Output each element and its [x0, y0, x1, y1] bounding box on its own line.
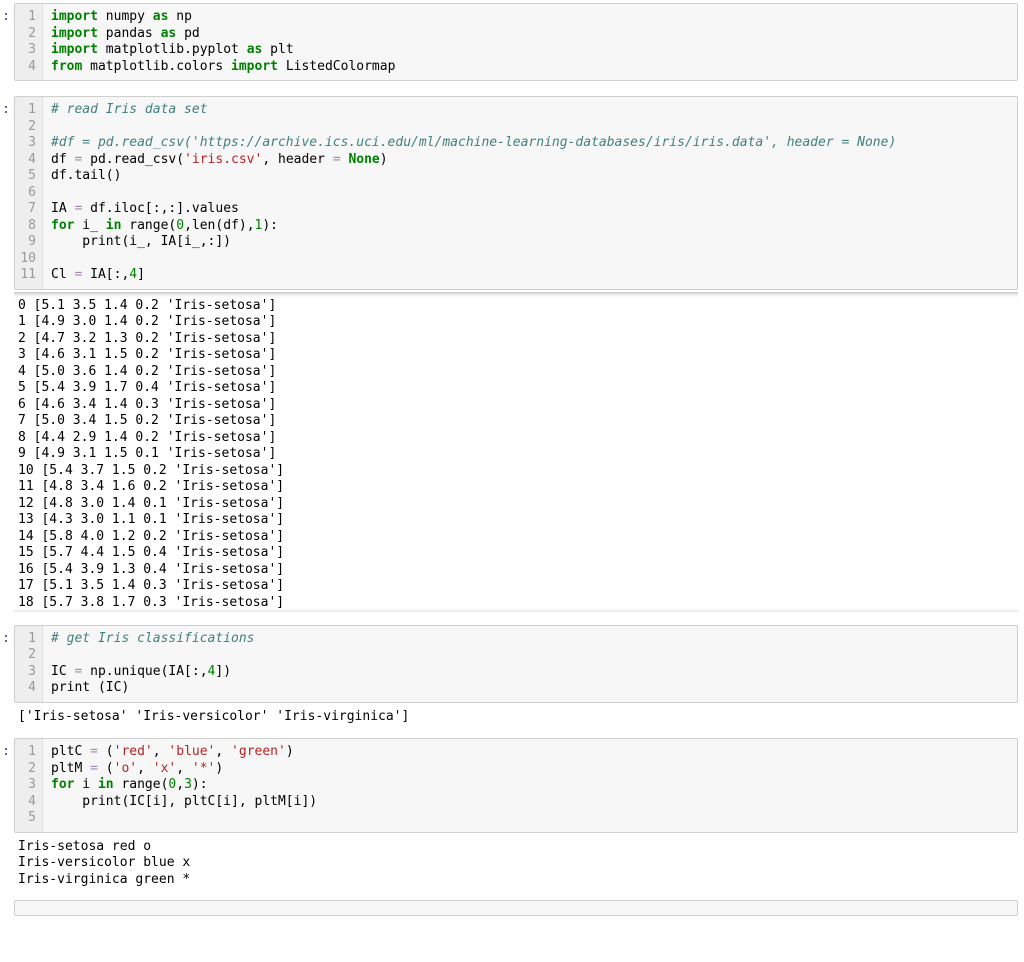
output-area: ['Iris-setosa' 'Iris-versicolor' 'Iris-v… [0, 705, 1024, 726]
stdout-output: Iris-setosa red o Iris-versicolor blue x… [14, 835, 1018, 889]
code-editor[interactable]: 1 2 3 4 # get Iris classifications IC = … [14, 625, 1018, 703]
line-gutter: 1 2 3 4 5 6 7 8 9 10 11 [15, 97, 43, 289]
code-editor[interactable]: 1 2 3 4 import numpy as np import pandas… [14, 3, 1018, 81]
code-text[interactable]: pltC = ('red', 'blue', 'green') pltM = (… [43, 739, 1017, 832]
code-cell-1: : 1 2 3 4 import numpy as np import pand… [0, 0, 1024, 83]
input-prompt: : [0, 3, 14, 81]
code-cell-4: : 1 2 3 4 5 pltC = ('red', 'blue', 'gree… [0, 735, 1024, 835]
code-editor[interactable] [14, 900, 1018, 916]
code-text[interactable]: import numpy as np import pandas as pd i… [43, 4, 1017, 80]
code-cell-3: : 1 2 3 4 # get Iris classifications IC … [0, 622, 1024, 705]
line-gutter: 1 2 3 4 5 [15, 739, 43, 832]
code-text[interactable]: # get Iris classifications IC = np.uniqu… [43, 626, 1017, 702]
line-gutter: 1 2 3 4 [15, 4, 43, 80]
code-cell-empty [0, 898, 1024, 918]
stdout-output[interactable]: 0 [5.1 3.5 1.4 0.2 'Iris-setosa'] 1 [4.9… [14, 292, 1018, 612]
code-text[interactable]: # read Iris data set #df = pd.read_csv('… [43, 97, 1017, 289]
input-prompt: : [0, 625, 14, 703]
code-cell-2: : 1 2 3 4 5 6 7 8 9 10 11 # read Iris da… [0, 93, 1024, 292]
code-editor[interactable]: 1 2 3 4 5 pltC = ('red', 'blue', 'green'… [14, 738, 1018, 833]
input-prompt: : [0, 738, 14, 833]
jupyter-notebook: : 1 2 3 4 import numpy as np import pand… [0, 0, 1024, 918]
stdout-output: ['Iris-setosa' 'Iris-versicolor' 'Iris-v… [14, 705, 1018, 726]
input-prompt: : [0, 96, 14, 290]
code-editor[interactable]: 1 2 3 4 5 6 7 8 9 10 11 # read Iris data… [14, 96, 1018, 290]
output-area: Iris-setosa red o Iris-versicolor blue x… [0, 835, 1024, 889]
line-gutter: 1 2 3 4 [15, 626, 43, 702]
output-area-scrolled: 0 [5.1 3.5 1.4 0.2 'Iris-setosa'] 1 [4.9… [0, 292, 1024, 612]
